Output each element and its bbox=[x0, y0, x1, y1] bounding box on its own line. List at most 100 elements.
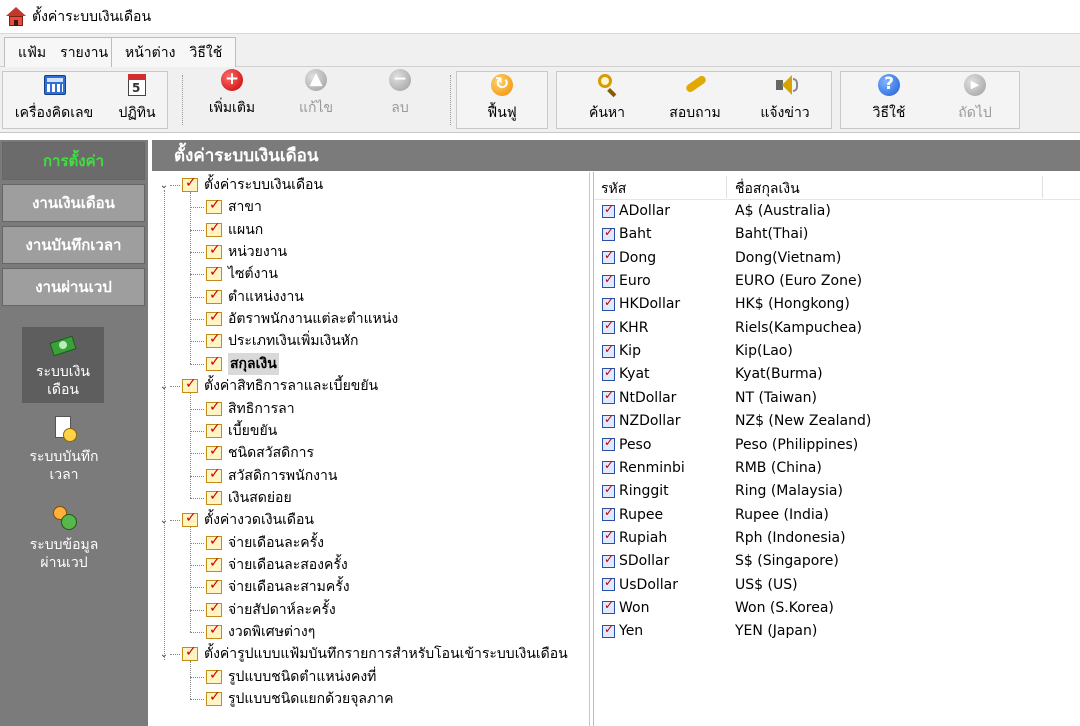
calculator-button[interactable]: เครื่องคิดเลข bbox=[9, 72, 99, 130]
table-row[interactable]: Dong Dong(Vietnam) bbox=[594, 248, 1080, 271]
tree-item[interactable]: หน่วยงาน bbox=[206, 241, 287, 263]
plus-circle-icon: + bbox=[219, 67, 245, 93]
table-row[interactable]: Yen YEN (Japan) bbox=[594, 621, 1080, 644]
currency-code-cell: Peso bbox=[602, 435, 651, 453]
tree-item-label: รูปแบบชนิดแยกด้วยจุลภาค bbox=[228, 691, 394, 708]
checkbox-icon bbox=[602, 575, 615, 592]
column-header-name[interactable]: ชื่อสกุลเงิน bbox=[735, 178, 800, 200]
tree-item[interactable]: จ่ายสัปดาห์ละครั้ง bbox=[206, 599, 336, 621]
sidebar-tab-settings[interactable]: การตั้งค่า bbox=[2, 142, 145, 180]
table-row[interactable]: ADollar A$ (Australia) bbox=[594, 201, 1080, 224]
table-row[interactable]: NtDollar NT (Taiwan) bbox=[594, 388, 1080, 411]
tree-item[interactable]: รูปแบบชนิดตำแหน่งคงที่ bbox=[206, 666, 376, 688]
tree-item[interactable]: จ่ายเดือนละสองครั้ง bbox=[206, 554, 348, 576]
table-row[interactable]: Euro EURO (Euro Zone) bbox=[594, 271, 1080, 294]
tree-item[interactable]: ประเภทเงินเพิ่มเงินหัก bbox=[206, 330, 359, 352]
toolbar: เครื่องคิดเลข 5 ปฏิทิน + เพิ่มเติม ▲ แก้… bbox=[0, 67, 1080, 133]
tree-item[interactable]: สิทธิการลา bbox=[206, 398, 295, 420]
table-row[interactable]: Won Won (S.Korea) bbox=[594, 598, 1080, 621]
tree-item[interactable]: ไซต์งาน bbox=[206, 263, 278, 285]
tree-item-label: ประเภทเงินเพิ่มเงินหัก bbox=[228, 333, 359, 350]
tree-item[interactable]: ตำแหน่งงาน bbox=[206, 286, 304, 308]
menu-file[interactable]: แฟ้ม bbox=[11, 42, 53, 64]
edit-button[interactable]: ▲ แก้ไข bbox=[280, 67, 352, 125]
table-row[interactable]: Peso Peso (Philippines) bbox=[594, 435, 1080, 458]
table-row[interactable]: SDollar S$ (Singapore) bbox=[594, 551, 1080, 574]
play-circle-icon: ▶ bbox=[962, 72, 988, 98]
currency-code: Rupee bbox=[619, 506, 664, 523]
tree-item-selected[interactable]: สกุลเงิน bbox=[206, 352, 279, 375]
table-row[interactable]: UsDollar US$ (US) bbox=[594, 575, 1080, 598]
inquire-button[interactable]: สอบถาม bbox=[657, 72, 733, 130]
table-row[interactable]: Renminbi RMB (China) bbox=[594, 458, 1080, 481]
table-row[interactable]: HKDollar HK$ (Hongkong) bbox=[594, 294, 1080, 317]
tree-item[interactable]: สวัสดิการพนักงาน bbox=[206, 465, 337, 487]
tree-item[interactable]: งวดพิเศษต่างๆ bbox=[206, 621, 315, 643]
tree-item[interactable]: แผนก bbox=[206, 219, 263, 241]
module-payroll-label-1: ระบบเงิน bbox=[35, 364, 90, 380]
column-header-code[interactable]: รหัส bbox=[601, 178, 626, 200]
currency-list: รหัส ชื่อสกุลเงิน ADollar A$ (Australia) B… bbox=[593, 172, 1080, 726]
tree-item-label: อัตราพนักงานแต่ละตำแหน่ง bbox=[228, 311, 399, 328]
module-payroll[interactable]: ระบบเงิน เดือน bbox=[22, 327, 104, 403]
currency-name: Ring (Malaysia) bbox=[735, 483, 843, 500]
tree-item-label: สาขา bbox=[228, 199, 262, 216]
help-button[interactable]: ? วิธีใช้ bbox=[851, 72, 927, 130]
delete-button[interactable]: − ลบ bbox=[364, 67, 436, 125]
add-button[interactable]: + เพิ่มเติม bbox=[190, 67, 274, 125]
next-button[interactable]: ▶ ถัดไป bbox=[937, 72, 1013, 130]
currency-code-cell: Euro bbox=[602, 272, 651, 289]
tree-connector bbox=[190, 319, 204, 321]
tree-node[interactable]: ตั้งค่ารูปแบบแฟ้มบันทึกรายการสำหรับโอนเข… bbox=[182, 643, 568, 665]
tree-connector bbox=[170, 386, 180, 388]
table-row[interactable]: NZDollar NZ$ (New Zealand) bbox=[594, 411, 1080, 434]
tree-node[interactable]: ตั้งค่าระบบเงินเดือน bbox=[182, 174, 323, 196]
tree-item[interactable]: อัตราพนักงานแต่ละตำแหน่ง bbox=[206, 308, 398, 330]
table-row[interactable]: Rupiah Rph (Indonesia) bbox=[594, 528, 1080, 551]
tree-connector bbox=[190, 274, 204, 276]
tree-item[interactable]: เงินสดย่อย bbox=[206, 487, 292, 509]
table-row[interactable]: Ringgit Ring (Malaysia) bbox=[594, 481, 1080, 504]
currency-name: RMB (China) bbox=[735, 459, 822, 476]
tree-item-label: หน่วยงาน bbox=[228, 244, 288, 261]
table-row[interactable]: KHR Riels(Kampuchea) bbox=[594, 318, 1080, 341]
tree-item[interactable]: รูปแบบชนิดแยกด้วยจุลภาค bbox=[206, 688, 393, 710]
restore-button[interactable]: ↻ ฟื้นฟู bbox=[461, 72, 543, 130]
sidebar-tab-web[interactable]: งานผ่านเวป bbox=[2, 268, 145, 306]
currency-code: UsDollar bbox=[619, 576, 679, 593]
tree-item[interactable]: จ่ายเดือนละสามครั้ง bbox=[206, 576, 350, 598]
tree-node[interactable]: ตั้งค่าสิทธิการลาและเบี้ยขยัน bbox=[182, 375, 378, 397]
currency-code: Kip bbox=[619, 343, 641, 360]
tree-item[interactable]: เบี้ยขยัน bbox=[206, 420, 277, 442]
table-row[interactable]: Kip Kip(Lao) bbox=[594, 341, 1080, 364]
sidebar-tab-payroll[interactable]: งานเงินเดือน bbox=[2, 184, 145, 222]
checked-folder-icon bbox=[206, 533, 222, 550]
module-timekeeping[interactable]: ระบบบันทึก เวลา bbox=[14, 416, 114, 484]
tree-node[interactable]: ตั้งค่างวดเงินเดือน bbox=[182, 509, 314, 531]
currency-name: Kyat(Burma) bbox=[735, 366, 823, 383]
currency-code-cell: Renminbi bbox=[602, 458, 685, 476]
calendar-button[interactable]: 5 ปฏิทิน bbox=[109, 72, 165, 130]
tree-connector bbox=[190, 632, 204, 633]
checked-folder-icon bbox=[206, 466, 222, 483]
search-button[interactable]: ค้นหา bbox=[569, 72, 645, 130]
module-web[interactable]: ระบบข้อมูล ผ่านเวป bbox=[14, 504, 114, 572]
table-row[interactable]: Rupee Rupee (India) bbox=[594, 505, 1080, 528]
sidebar-tab-timekeeping[interactable]: งานบันทึกเวลา bbox=[2, 226, 145, 264]
menu-help[interactable]: วิธีใช้ bbox=[182, 42, 229, 64]
checked-folder-icon bbox=[206, 555, 222, 572]
menu-report[interactable]: รายงาน bbox=[53, 42, 115, 64]
tree-item[interactable]: ชนิดสวัสดิการ bbox=[206, 442, 314, 464]
table-row[interactable]: Baht Baht(Thai) bbox=[594, 224, 1080, 247]
currency-code-cell: ADollar bbox=[602, 202, 670, 219]
tree-item[interactable]: สาขา bbox=[206, 196, 262, 218]
help-icon: ? bbox=[876, 72, 902, 98]
tree-connector bbox=[190, 542, 204, 544]
table-row[interactable]: Kyat Kyat(Burma) bbox=[594, 364, 1080, 387]
checkbox-icon bbox=[602, 342, 615, 358]
currency-code-cell: Rupiah bbox=[602, 528, 667, 546]
checked-folder-icon bbox=[182, 644, 198, 662]
tree-item[interactable]: จ่ายเดือนละครั้ง bbox=[206, 532, 324, 554]
announce-button[interactable]: แจ้งข่าว bbox=[743, 72, 827, 130]
menu-window[interactable]: หน้าต่าง bbox=[118, 42, 182, 64]
